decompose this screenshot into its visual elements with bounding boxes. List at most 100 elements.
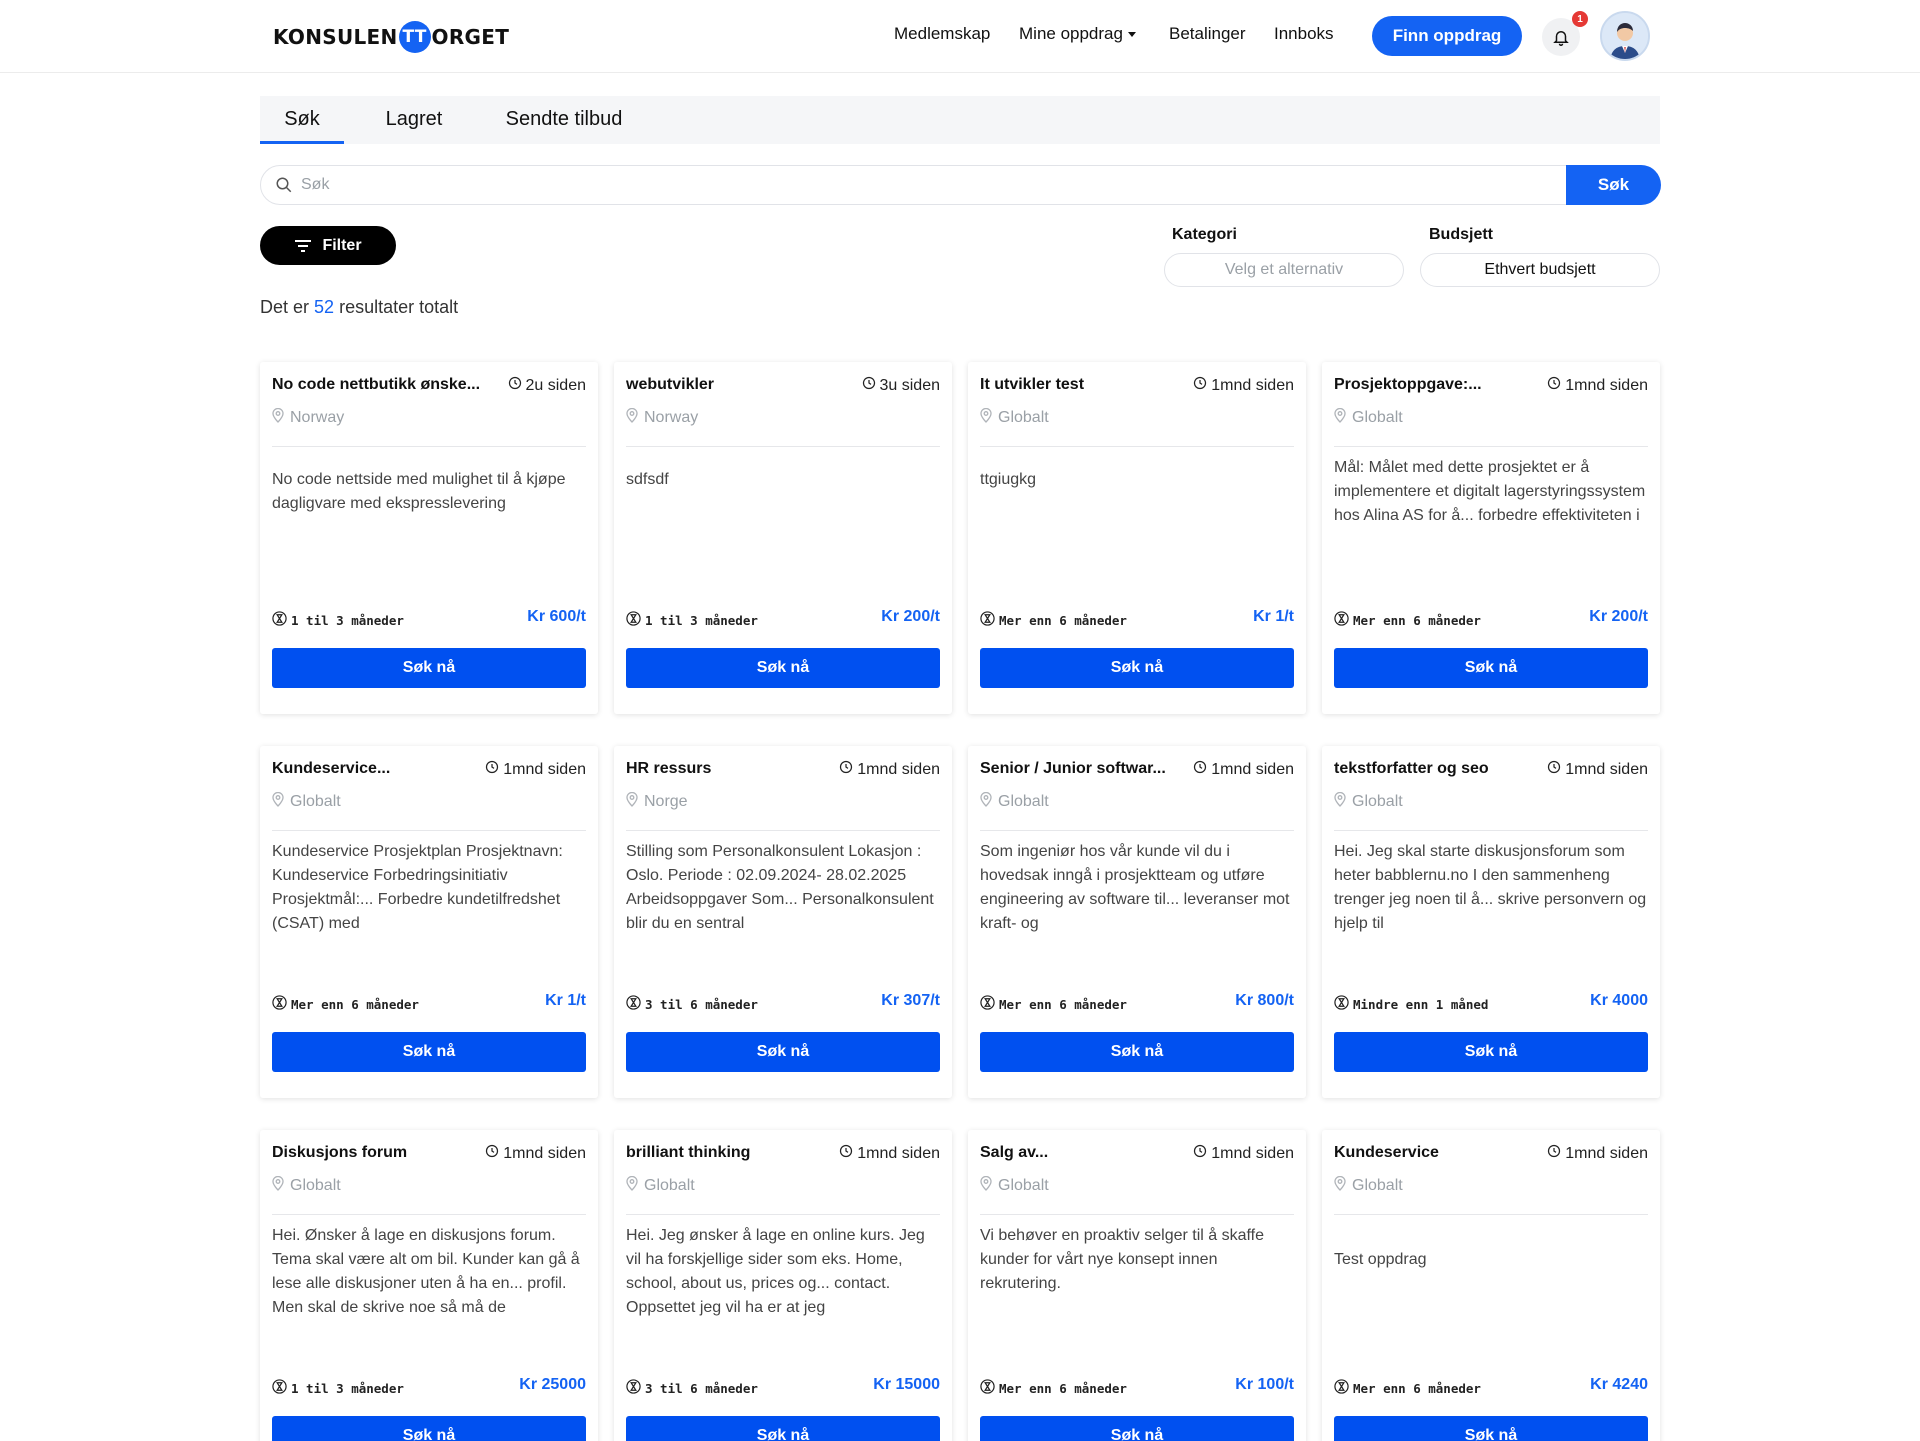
apply-button[interactable]: Søk nå [626,1032,940,1072]
posted-time-label: 1mnd siden [857,1144,940,1162]
job-title[interactable]: It utvikler test [980,376,1205,394]
job-card[interactable]: brilliant thinking 1mnd siden Globalt Hei. … [614,1130,952,1441]
job-duration-label: Mer enn 6 måneder [999,612,1127,628]
apply-button[interactable]: Søk nå [980,648,1294,688]
job-card[interactable]: tekstforfatter og seo 1mnd siden Globalt He… [1322,746,1660,1098]
apply-button[interactable]: Søk nå [980,1416,1294,1441]
job-description: Hei. Jeg skal starte diskusjonsforum som… [1334,843,1647,932]
top-navbar: KONSULEN TT ORGET Medlemskap Mine oppdrag … [0,0,1920,73]
apply-button[interactable]: Søk nå [980,1032,1294,1072]
clock-icon [485,760,499,779]
job-location: Globalt [272,1175,341,1196]
job-card[interactable]: HR ressurs 1mnd siden Norge Stilling som Pe… [614,746,952,1098]
avatar[interactable] [1600,11,1650,61]
job-card[interactable]: Prosjektoppgave:... 1mnd siden Globalt Mål:… [1322,362,1660,714]
search-button[interactable]: Søk [1566,165,1661,205]
finn-oppdrag-button[interactable]: Finn oppdrag [1372,16,1522,56]
hourglass-icon [272,1379,287,1397]
tab-sok[interactable]: Søk [260,96,344,144]
card-divider [272,1214,586,1215]
job-card[interactable]: It utvikler test 1mnd siden Globalt ttgiugk… [968,362,1306,714]
hourglass-icon [1334,995,1349,1013]
job-location-label: Globalt [998,409,1049,426]
job-description: Test oppdrag [1334,1251,1427,1268]
apply-button[interactable]: Søk nå [272,1416,586,1441]
location-pin-icon [980,1175,992,1196]
job-description: Hei. Jeg ønsker å lage en online kurs. J… [626,1227,925,1316]
hourglass-icon [626,995,641,1013]
job-card[interactable]: Senior / Junior softwar... 1mnd siden Glob… [968,746,1306,1098]
posted-time-label: 1mnd siden [857,760,940,778]
job-title[interactable]: Senior / Junior softwar... [980,760,1205,778]
job-card[interactable]: Kundeservice... 1mnd siden Globalt Kundeser… [260,746,598,1098]
tab-lagret[interactable]: Lagret [364,96,464,144]
posted-time-label: 3u siden [879,376,941,394]
chevron-down-icon [1127,32,1136,38]
job-title[interactable]: tekstforfatter og seo [1334,760,1559,778]
search-input[interactable] [301,166,1601,204]
job-description: Stilling som Personalkonsulent Lokasjon … [626,843,934,932]
job-card[interactable]: webutvikler 3u siden Norway sdfsdf 1 til 3 m… [614,362,952,714]
job-title[interactable]: webutvikler [626,376,851,394]
job-duration: 3 til 6 måneder [626,1379,758,1397]
apply-button[interactable]: Søk nå [626,648,940,688]
posted-time: 1mnd siden [839,760,940,779]
budsjett-dropdown[interactable]: Ethvert budsjett [1420,253,1660,287]
location-pin-icon [626,1175,638,1196]
search-icon [276,177,292,193]
job-title[interactable]: Prosjektoppgave:... [1334,376,1559,394]
card-divider [1334,1214,1648,1215]
job-location-label: Globalt [998,793,1049,810]
clock-icon [1193,760,1207,779]
nav-mine-oppdrag[interactable]: Mine oppdrag [1019,24,1136,44]
logo[interactable]: KONSULEN TT ORGET [273,21,509,53]
nav-medlemskap[interactable]: Medlemskap [894,24,990,44]
logo-text-left: KONSULEN [273,25,398,49]
posted-time: 1mnd siden [839,1144,940,1163]
job-location-label: Globalt [998,1177,1049,1194]
job-title[interactable]: Diskusjons forum [272,1144,497,1162]
card-divider [272,446,586,447]
tab-sendte-tilbud[interactable]: Sendte tilbud [484,96,644,144]
job-duration-label: 3 til 6 måneder [645,996,758,1012]
apply-button[interactable]: Søk nå [1334,1416,1648,1441]
hourglass-icon [980,1379,995,1397]
job-price: Kr 4240 [1590,1376,1648,1393]
job-card[interactable]: Diskusjons forum 1mnd siden Globalt Hei. Øn… [260,1130,598,1441]
job-location: Globalt [980,407,1049,428]
clock-icon [1547,760,1561,779]
apply-button[interactable]: Søk nå [626,1416,940,1441]
posted-time: 1mnd siden [485,1144,586,1163]
job-title[interactable]: Kundeservice [1334,1144,1559,1162]
apply-button[interactable]: Søk nå [1334,648,1648,688]
nav-innboks[interactable]: Innboks [1274,24,1334,44]
job-card[interactable]: Salg av... 1mnd siden Globalt Vi behøver en… [968,1130,1306,1441]
hourglass-icon [1334,1379,1349,1397]
posted-time: 3u siden [862,376,941,395]
location-pin-icon [272,407,284,428]
clock-icon [862,376,876,395]
job-title[interactable]: HR ressurs [626,760,851,778]
kategori-dropdown[interactable]: Velg et alternativ [1164,253,1404,287]
job-location-label: Globalt [290,793,341,810]
job-title[interactable]: Salg av... [980,1144,1205,1162]
job-card[interactable]: Kundeservice 1mnd siden Globalt Test oppdra… [1322,1130,1660,1441]
job-card[interactable]: No code nettbutikk ønske... 2u siden Norwa… [260,362,598,714]
job-title[interactable]: brilliant thinking [626,1144,851,1162]
posted-time-label: 1mnd siden [1211,760,1294,778]
apply-button[interactable]: Søk nå [272,1032,586,1072]
apply-button[interactable]: Søk nå [1334,1032,1648,1072]
posted-time-label: 1mnd siden [503,760,586,778]
filter-button[interactable]: Filter [260,226,396,265]
job-duration-label: 1 til 3 måneder [291,612,404,628]
job-location-label: Globalt [290,1177,341,1194]
location-pin-icon [980,407,992,428]
apply-button[interactable]: Søk nå [272,648,586,688]
job-duration: Mer enn 6 måneder [1334,1379,1481,1397]
nav-betalinger[interactable]: Betalinger [1169,24,1246,44]
job-price: Kr 100/t [1235,1376,1294,1393]
clock-icon [1193,376,1207,395]
job-title[interactable]: Kundeservice... [272,760,497,778]
job-title[interactable]: No code nettbutikk ønske... [272,376,497,394]
hourglass-icon [626,1379,641,1397]
